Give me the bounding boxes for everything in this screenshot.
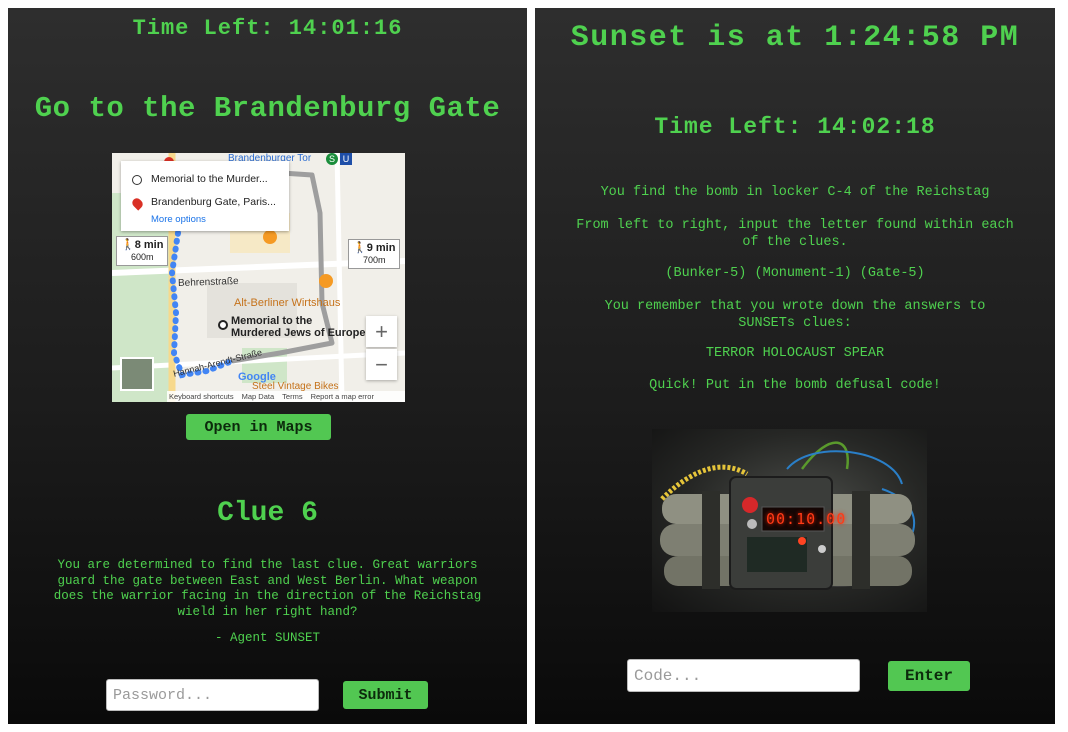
mission-panel-right: Sunset is at 1:24:58 PM Time Left: 14:02… bbox=[535, 8, 1055, 724]
label-behrenstrasse: Behrenstraße bbox=[177, 275, 239, 290]
clue-text: You are determined to find the last clue… bbox=[8, 558, 527, 620]
time-left-timer: Time Left: 14:01:16 bbox=[132, 16, 403, 41]
time-left-timer: Time Left: 14:02:18 bbox=[654, 114, 936, 140]
clue-line: guard the gate between East and West Ber… bbox=[57, 573, 478, 588]
instruction-line: of the clues. bbox=[742, 235, 848, 250]
google-logo: Google bbox=[238, 371, 276, 383]
code-input[interactable] bbox=[627, 659, 860, 692]
walk-dist-left: 600m bbox=[130, 252, 154, 262]
terms-link[interactable]: Terms bbox=[282, 391, 302, 402]
report-error-link[interactable]: Report a map error bbox=[311, 391, 374, 402]
more-options-link[interactable]: More options bbox=[151, 214, 206, 225]
walking-icon: 🚶 bbox=[121, 239, 135, 251]
password-input[interactable] bbox=[106, 679, 319, 711]
clue-title: Clue 6 bbox=[217, 498, 318, 529]
clue-signature: - Agent SUNSET bbox=[214, 631, 321, 645]
label-restaurant: Alt-Berliner Wirtshaus bbox=[234, 297, 341, 309]
label-memorial-line2: Murdered Jews of Europe bbox=[231, 327, 366, 339]
label-memorial-line1: Memorial to the bbox=[231, 315, 313, 327]
s-bahn-badge: S bbox=[326, 153, 338, 165]
walk-time-right-value: 9 min bbox=[366, 242, 396, 254]
walk-time-right[interactable]: 🚶9 min 700m bbox=[348, 239, 401, 269]
walk-time-left[interactable]: 🚶8 min 600m bbox=[116, 236, 169, 266]
open-in-maps-button[interactable]: Open in Maps bbox=[186, 414, 331, 440]
clue-answers: TERROR HOLOCAUST SPEAR bbox=[705, 346, 885, 361]
map-footer: Keyboard shortcuts Map Data Terms Report… bbox=[167, 391, 405, 402]
zoom-in-button[interactable]: + bbox=[366, 316, 397, 347]
sunset-time: Sunset is at 1:24:58 PM bbox=[570, 21, 1020, 55]
memory-line: SUNSETs clues: bbox=[738, 316, 852, 331]
clue-line: You are determined to find the last clue… bbox=[57, 558, 478, 572]
clue-line: does the warrior facing in the direction… bbox=[53, 589, 482, 603]
origin-text: Memorial to the Murder... bbox=[151, 173, 268, 185]
u-bahn-badge: U bbox=[340, 153, 352, 165]
instruction-text: From left to right, input the letter fou… bbox=[535, 217, 1055, 251]
destination-text: Brandenburg Gate, Paris... bbox=[151, 196, 276, 208]
destination-heading: Go to the Brandenburg Gate bbox=[34, 92, 501, 125]
memory-line: You remember that you wrote down the ans… bbox=[604, 299, 986, 314]
mission-panel-left: Time Left: 14:01:16 Go to the Brandenbur… bbox=[8, 8, 527, 724]
submit-button[interactable]: Submit bbox=[343, 681, 428, 709]
map-data-link[interactable]: Map Data bbox=[242, 391, 275, 402]
bomb-image: 00:10.00 bbox=[652, 429, 927, 612]
enter-button[interactable]: Enter bbox=[888, 661, 970, 691]
walk-time-left-value: 8 min bbox=[134, 239, 164, 251]
zoom-out-button[interactable]: − bbox=[366, 349, 397, 380]
clue-references: (Bunker-5) (Monument-1) (Gate-5) bbox=[665, 266, 925, 281]
defusal-prompt: Quick! Put in the bomb defusal code! bbox=[649, 378, 941, 393]
memory-text: You remember that you wrote down the ans… bbox=[535, 298, 1055, 332]
walk-dist-right: 700m bbox=[362, 255, 386, 265]
destination-pin-icon bbox=[130, 196, 145, 211]
keyboard-shortcuts-link[interactable]: Keyboard shortcuts bbox=[169, 391, 234, 402]
bomb-location-text: You find the bomb in locker C-4 of the R… bbox=[600, 185, 990, 200]
directions-card[interactable]: Memorial to the Murder... Brandenburg Ga… bbox=[121, 161, 289, 231]
route-map[interactable]: Brandenburger Tor S U Memorial to the Mu… bbox=[112, 153, 405, 402]
walking-icon: 🚶 bbox=[353, 242, 367, 254]
clue-line: wield in her right hand? bbox=[177, 604, 358, 619]
bomb-countdown-display: 00:10.00 bbox=[766, 510, 847, 528]
instruction-line: From left to right, input the letter fou… bbox=[576, 218, 1014, 233]
origin-circle-icon bbox=[132, 175, 142, 185]
